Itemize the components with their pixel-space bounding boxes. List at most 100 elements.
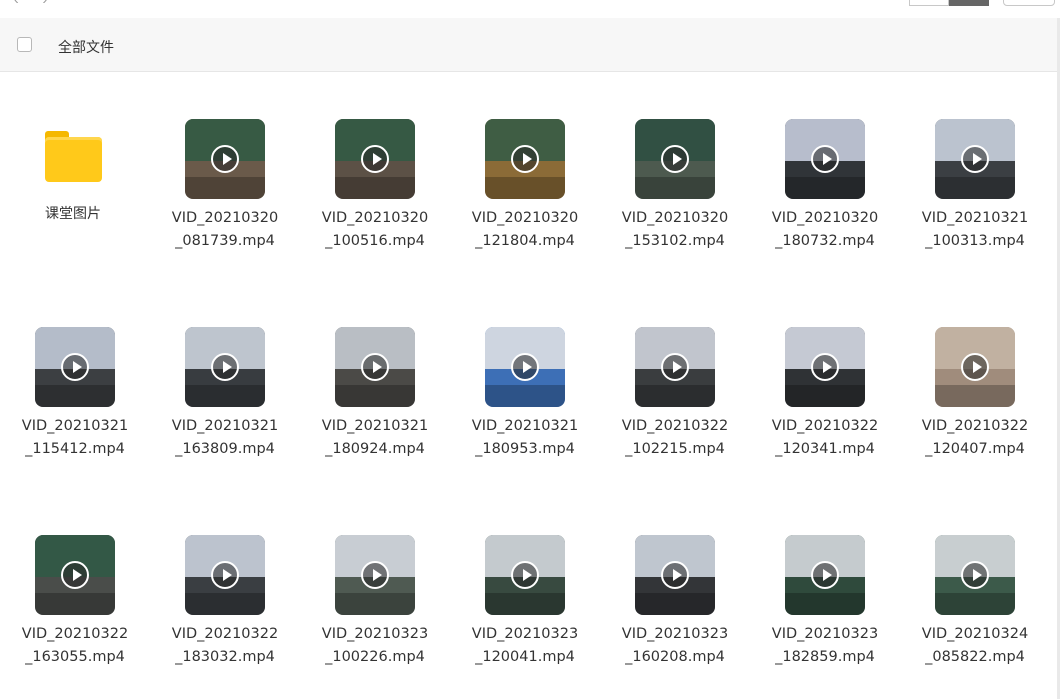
video-file-item[interactable]: VID_20210321 _100313.mp4: [900, 72, 1050, 249]
play-icon: [211, 353, 239, 381]
list-view-button[interactable]: [909, 0, 949, 6]
file-name: VID_20210323 _182859.mp4: [750, 623, 900, 669]
play-icon: [361, 353, 389, 381]
file-name-line-1: VID_20210321: [171, 418, 279, 434]
file-name-line-1: VID_20210324: [921, 626, 1029, 642]
play-icon: [61, 561, 89, 589]
file-name: VID_20210320 _081739.mp4: [150, 207, 300, 253]
play-icon: [811, 353, 839, 381]
file-name-line-1: VID_20210323: [621, 626, 729, 642]
file-name: VID_20210320 _180732.mp4: [750, 207, 900, 253]
video-file-item[interactable]: VID_20210322 _102215.mp4: [600, 280, 750, 457]
file-name-line-2: _120341.mp4: [775, 441, 875, 457]
file-name-line-1: VID_20210321: [21, 418, 129, 434]
video-file-item[interactable]: VID_20210322 _163055.mp4: [0, 488, 150, 665]
file-name: VID_20210322 _120341.mp4: [750, 415, 900, 461]
refresh-button[interactable]: [1003, 0, 1055, 6]
file-name-line-2: _102215.mp4: [625, 441, 725, 457]
file-name-line-2: _163055.mp4: [25, 649, 125, 665]
video-file-item[interactable]: VID_20210321 _115412.mp4: [0, 280, 150, 457]
file-name: VID_20210321 _163809.mp4: [150, 415, 300, 461]
file-name: VID_20210320 _121804.mp4: [450, 207, 600, 253]
video-thumbnail: [335, 119, 415, 199]
grid-view-button[interactable]: [949, 0, 989, 6]
video-thumbnail: [35, 535, 115, 615]
file-name: VID_20210320 _153102.mp4: [600, 207, 750, 253]
file-name-line-1: VID_20210321: [921, 210, 1029, 226]
file-name: VID_20210323 _100226.mp4: [300, 623, 450, 669]
video-file-item[interactable]: VID_20210321 _180924.mp4: [300, 280, 450, 457]
video-file-item[interactable]: VID_20210322 _120341.mp4: [750, 280, 900, 457]
file-name-line-1: VID_20210320: [321, 210, 429, 226]
file-name-line-2: _180732.mp4: [775, 233, 875, 249]
file-name-line-1: VID_20210320: [771, 210, 879, 226]
video-thumbnail: [485, 535, 565, 615]
file-name: VID_20210322 _120407.mp4: [900, 415, 1050, 461]
file-name-line-2: _100313.mp4: [925, 233, 1025, 249]
video-thumbnail: [185, 119, 265, 199]
play-icon: [511, 145, 539, 173]
file-name-line-1: VID_20210320: [471, 210, 579, 226]
video-file-item[interactable]: VID_20210323 _182859.mp4: [750, 488, 900, 665]
video-file-item[interactable]: VID_20210320 _153102.mp4: [600, 72, 750, 249]
video-thumbnail: [635, 327, 715, 407]
video-thumbnail: [185, 327, 265, 407]
video-file-item[interactable]: VID_20210322 _183032.mp4: [150, 488, 300, 665]
video-file-item[interactable]: VID_20210320 _081739.mp4: [150, 72, 300, 249]
file-name-line-2: _160208.mp4: [625, 649, 725, 665]
file-name-line-2: _100226.mp4: [325, 649, 425, 665]
video-file-item[interactable]: VID_20210324 _085822.mp4: [900, 488, 1050, 665]
back-forward-icons[interactable]: ‹ ›: [14, 0, 57, 7]
file-name-line-2: _182859.mp4: [775, 649, 875, 665]
play-icon: [61, 353, 89, 381]
folder-item[interactable]: 课堂图片: [0, 72, 150, 242]
video-thumbnail: [485, 327, 565, 407]
video-file-item[interactable]: VID_20210322 _120407.mp4: [900, 280, 1050, 457]
file-name-line-1: VID_20210322: [171, 626, 279, 642]
video-thumbnail: [785, 327, 865, 407]
play-icon: [211, 561, 239, 589]
file-name-line-1: VID_20210323: [321, 626, 429, 642]
file-name-line-1: VID_20210320: [621, 210, 729, 226]
play-icon: [511, 353, 539, 381]
play-icon: [511, 561, 539, 589]
play-icon: [961, 145, 989, 173]
video-file-item[interactable]: VID_20210320 _100516.mp4: [300, 72, 450, 249]
file-name: VID_20210322 _102215.mp4: [600, 415, 750, 461]
select-all-checkbox[interactable]: [17, 37, 32, 52]
file-grid: 课堂图片 VID_20210320 _081739.mp4 VID_20210320 _…: [0, 72, 1048, 699]
file-name: VID_20210323 _160208.mp4: [600, 623, 750, 669]
file-name-line-2: _100516.mp4: [325, 233, 425, 249]
file-name: VID_20210323 _120041.mp4: [450, 623, 600, 669]
video-file-item[interactable]: VID_20210321 _163809.mp4: [150, 280, 300, 457]
video-file-item[interactable]: VID_20210323 _120041.mp4: [450, 488, 600, 665]
file-name-line-1: VID_20210322: [21, 626, 129, 642]
video-thumbnail: [485, 119, 565, 199]
video-file-item[interactable]: VID_20210323 _160208.mp4: [600, 488, 750, 665]
video-thumbnail: [185, 535, 265, 615]
play-icon: [811, 145, 839, 173]
play-icon: [661, 145, 689, 173]
video-thumbnail: [335, 535, 415, 615]
video-file-item[interactable]: VID_20210323 _100226.mp4: [300, 488, 450, 665]
video-file-item[interactable]: VID_20210320 _121804.mp4: [450, 72, 600, 249]
file-name-line-2: _115412.mp4: [25, 441, 125, 457]
video-file-item[interactable]: VID_20210321 _180953.mp4: [450, 280, 600, 457]
file-name: VID_20210320 _100516.mp4: [300, 207, 450, 253]
file-name-line-2: _121804.mp4: [475, 233, 575, 249]
file-name-line-1: VID_20210322: [921, 418, 1029, 434]
file-name-line-2: _183032.mp4: [175, 649, 275, 665]
file-name-line-1: VID_20210322: [621, 418, 729, 434]
play-icon: [961, 561, 989, 589]
folder-name: 课堂图片: [45, 205, 101, 221]
file-name: VID_20210321 _180953.mp4: [450, 415, 600, 461]
play-icon: [961, 353, 989, 381]
folder-icon: [45, 131, 102, 182]
video-file-item[interactable]: VID_20210320 _180732.mp4: [750, 72, 900, 249]
video-thumbnail: [935, 327, 1015, 407]
file-name-line-2: _163809.mp4: [175, 441, 275, 457]
file-name-line-2: _081739.mp4: [175, 233, 275, 249]
file-name: VID_20210322 _163055.mp4: [0, 623, 150, 669]
video-thumbnail: [335, 327, 415, 407]
file-name-line-1: VID_20210320: [171, 210, 279, 226]
